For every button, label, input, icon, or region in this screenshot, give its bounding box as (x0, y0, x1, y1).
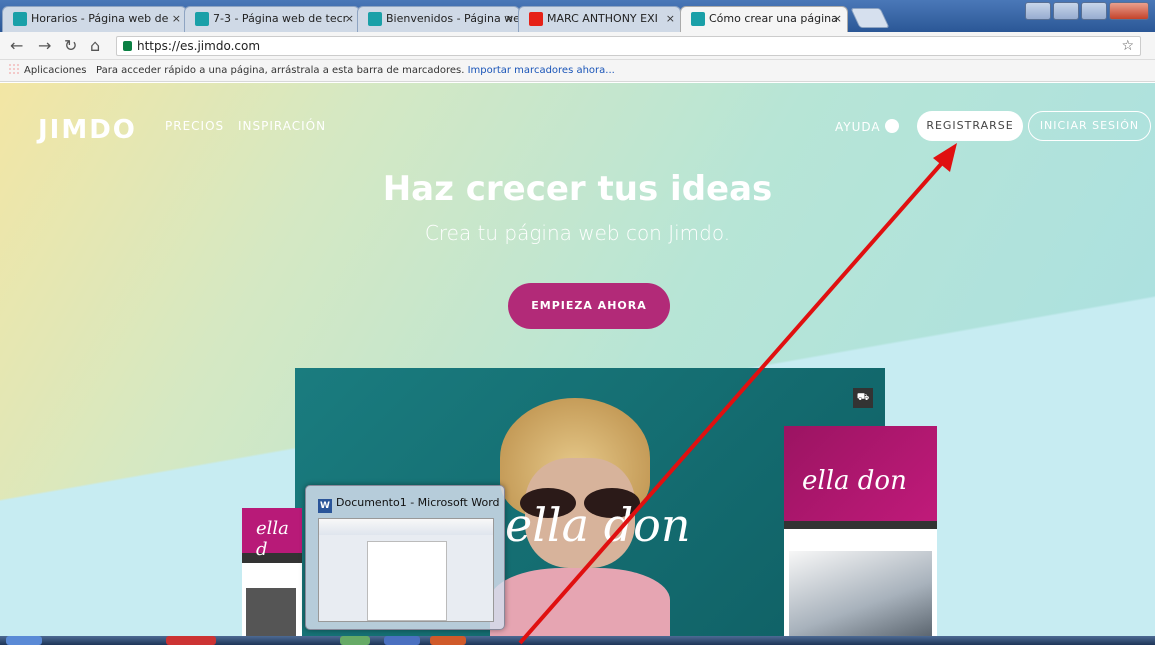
arrow-line (518, 161, 944, 645)
annotation-arrow (518, 143, 957, 645)
